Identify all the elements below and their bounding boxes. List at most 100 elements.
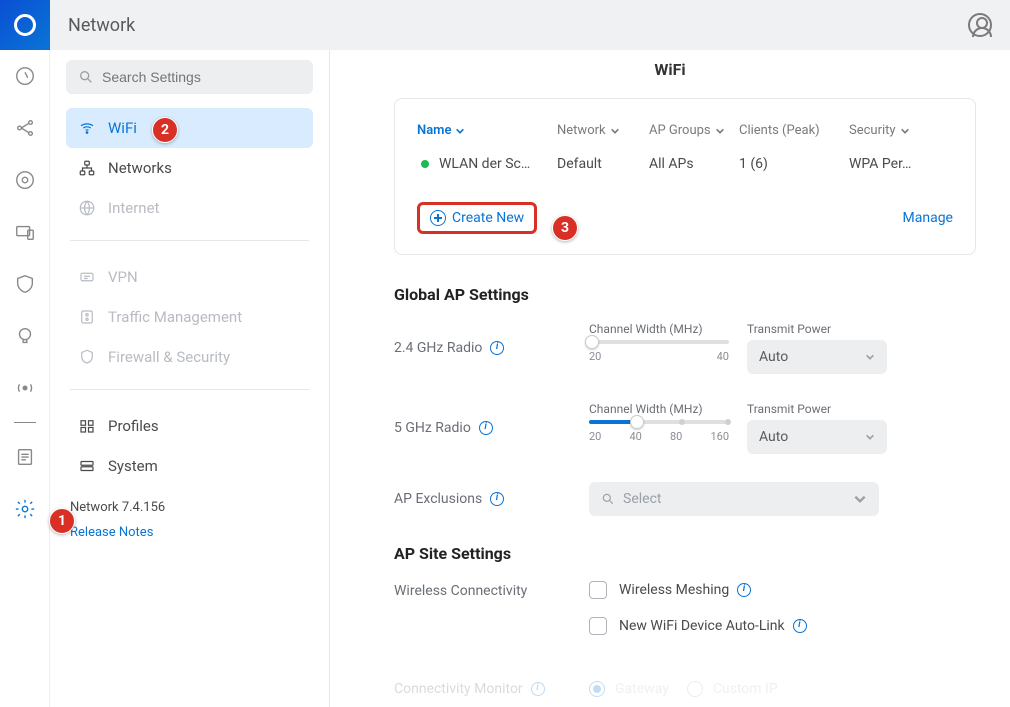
search-icon (78, 69, 94, 85)
table-header: Name Network AP Groups Clients (Pea (417, 123, 953, 138)
chevron-down-icon (715, 125, 727, 137)
col-security[interactable]: Security (849, 123, 953, 138)
radio-icon[interactable] (589, 681, 605, 697)
search-box[interactable] (66, 60, 313, 94)
label-24ghz: 2.4 GHz Radio (394, 340, 482, 356)
rail-topology-icon[interactable] (13, 116, 37, 140)
rail-clients-icon[interactable] (13, 220, 37, 244)
icon-rail (0, 0, 50, 707)
chevron-down-icon (610, 125, 622, 137)
table-row[interactable]: WLAN der Sc… Default All APs 1 (6) WPA P… (417, 150, 953, 178)
sidebar-item-label: VPN (108, 268, 138, 286)
sidebar-item-label: Traffic Management (108, 308, 242, 326)
sidebar-item-profiles[interactable]: Profiles (66, 406, 313, 446)
sidebar-item-internet: Internet (66, 188, 313, 228)
status-dot-icon (421, 160, 429, 168)
search-icon (601, 492, 615, 506)
brand-logo[interactable] (0, 0, 50, 50)
profiles-icon (78, 417, 96, 435)
col-name[interactable]: Name (417, 123, 557, 138)
label-conn-monitor: Connectivity Monitor (394, 681, 523, 697)
rail-devices-icon[interactable] (13, 168, 37, 192)
rail-settings-icon[interactable] (13, 497, 37, 521)
sidebar-item-label: Profiles (108, 417, 159, 435)
info-icon[interactable] (793, 619, 807, 633)
traffic-icon (78, 308, 96, 326)
row-ap-exclusions: AP Exclusions Select (394, 482, 976, 516)
label-5ghz: 5 GHz Radio (394, 420, 471, 436)
info-icon[interactable] (479, 421, 493, 435)
info-icon[interactable] (490, 492, 504, 506)
row-conn-monitor: Connectivity Monitor Gateway Custom IP (394, 681, 976, 697)
sidebar-item-label: System (108, 457, 158, 475)
create-new-button[interactable]: Create New (417, 202, 537, 234)
settings-sidebar: WiFi Networks Internet VPN (50, 50, 330, 707)
cell-name: WLAN der Sc… (439, 156, 530, 172)
scale-max: 40 (717, 350, 729, 363)
sidebar-item-system[interactable]: System (66, 446, 313, 486)
scale-80: 80 (670, 430, 682, 443)
sidebar-item-label: Networks (108, 159, 172, 177)
checkbox-meshing[interactable]: Wireless Meshing (589, 581, 976, 599)
select-label: Transmit Power (747, 402, 887, 416)
chevron-down-icon (865, 432, 875, 442)
rail-insights-icon[interactable] (13, 324, 37, 348)
info-icon[interactable] (490, 341, 504, 355)
checkbox-icon[interactable] (589, 617, 607, 635)
rail-radios-icon[interactable] (13, 376, 37, 400)
wifi-icon (78, 119, 96, 137)
scale-20: 20 (589, 430, 601, 443)
firewall-icon (78, 348, 96, 366)
col-network[interactable]: Network (557, 123, 649, 138)
search-input[interactable] (102, 69, 301, 85)
info-icon[interactable] (737, 583, 751, 597)
content-scroll[interactable]: Name Network AP Groups Clients (Pea (330, 50, 1010, 707)
radio-gateway[interactable]: Gateway (589, 681, 669, 697)
header-title: Network (68, 15, 135, 36)
select-label: Transmit Power (747, 322, 887, 336)
chevron-down-icon (853, 492, 867, 506)
col-groups[interactable]: AP Groups (649, 123, 739, 138)
section-global-ap-title: Global AP Settings (394, 285, 976, 304)
col-groups-label: AP Groups (649, 123, 711, 138)
select-ap-exclusions[interactable]: Select (589, 482, 879, 516)
slider-24-width[interactable]: Channel Width (MHz) 20 40 (589, 322, 729, 363)
annotation-3: 3 (552, 215, 578, 241)
slider-track[interactable] (589, 340, 729, 344)
user-avatar-icon[interactable] (968, 13, 992, 37)
checkbox-icon[interactable] (589, 581, 607, 599)
select-placeholder: Select (623, 491, 661, 507)
cell-network: Default (557, 156, 649, 172)
sidebar-item-traffic: Traffic Management (66, 297, 313, 337)
sidebar-item-label: Internet (108, 199, 159, 217)
network-icon (78, 159, 96, 177)
manage-link[interactable]: Manage (903, 210, 953, 226)
col-clients[interactable]: Clients (Peak) (739, 123, 849, 138)
release-notes-link[interactable]: Release Notes (66, 525, 313, 540)
sidebar-item-vpn: VPN (66, 257, 313, 297)
slider-thumb[interactable] (630, 415, 644, 429)
radio-icon[interactable] (687, 681, 703, 697)
create-new-label: Create New (452, 210, 524, 226)
rail-dashboard-icon[interactable] (13, 64, 37, 88)
chevron-down-icon (455, 125, 467, 137)
scale-160: 160 (710, 430, 729, 443)
version-text: Network 7.4.156 (66, 500, 313, 515)
select-power-24[interactable]: Auto (747, 340, 887, 374)
label-ap-excl: AP Exclusions (394, 491, 482, 507)
rail-notes-icon[interactable] (13, 445, 37, 469)
radio-label: Custom IP (713, 681, 778, 697)
sidebar-item-networks[interactable]: Networks (66, 148, 313, 188)
slider-track[interactable] (589, 420, 729, 424)
slider-thumb[interactable] (585, 335, 599, 349)
radio-custom-ip[interactable]: Custom IP (687, 681, 778, 697)
checkbox-label: New WiFi Device Auto-Link (619, 618, 785, 634)
slider-5-width[interactable]: Channel Width (MHz) 20 40 (589, 402, 729, 443)
rail-shield-icon[interactable] (13, 272, 37, 296)
checkbox-autolink[interactable]: New WiFi Device Auto-Link (589, 617, 976, 635)
vpn-icon (78, 268, 96, 286)
sidebar-item-wifi[interactable]: WiFi (66, 108, 313, 148)
row-5ghz: 5 GHz Radio Channel Width (MHz) (394, 402, 976, 454)
col-network-label: Network (557, 123, 606, 138)
select-power-5[interactable]: Auto (747, 420, 887, 454)
